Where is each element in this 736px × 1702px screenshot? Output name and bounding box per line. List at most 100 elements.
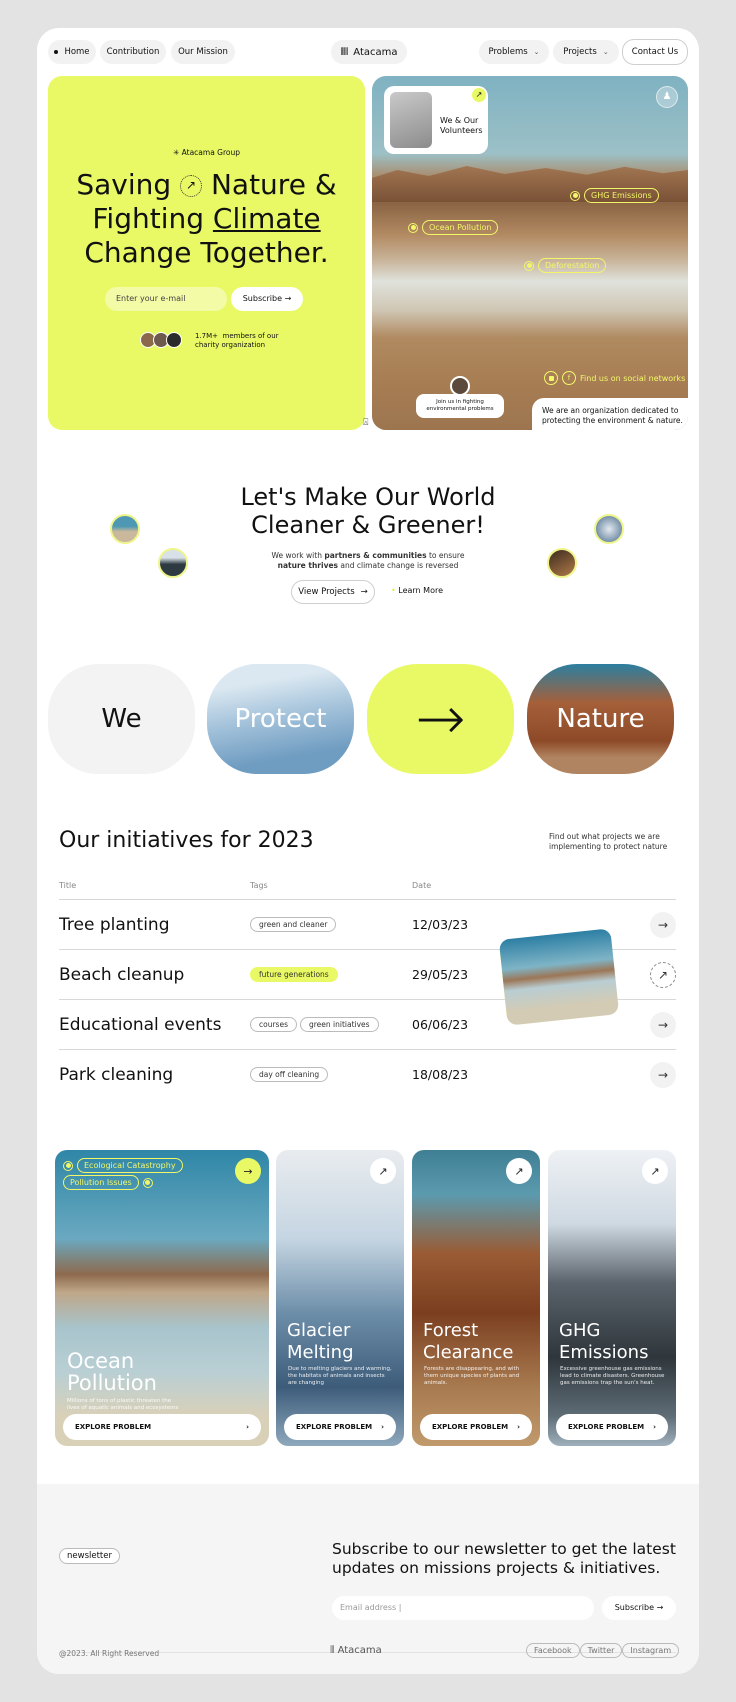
footer-social: Facebook Twitter Instagram [526, 1643, 680, 1658]
tag-ghg[interactable]: GHG Emissions [570, 188, 659, 203]
arrow-right-icon[interactable]: → [650, 911, 676, 938]
hero-title-line2: Fighting Climate [48, 202, 365, 236]
avatar [450, 376, 470, 396]
banner-we: We [48, 664, 195, 774]
category-tag[interactable]: Pollution Issues [63, 1175, 183, 1190]
tag-dot [408, 222, 418, 233]
title-line: Cleaner & Greener! [251, 511, 485, 539]
newsletter-email-input[interactable]: Email address | [332, 1596, 594, 1620]
title-word: Fighting [92, 202, 204, 235]
newsletter-subscribe-button[interactable]: Subscribe → [602, 1596, 676, 1620]
newsletter-badge: newsletter [59, 1548, 120, 1564]
row-title: Park cleaning [59, 1064, 174, 1085]
social-links: f Find us on social networks [544, 371, 685, 385]
about-line: protecting the environment & nature. [542, 415, 683, 425]
banner-protect: Protect [207, 664, 354, 774]
nav-problems[interactable]: Problems ⌄ [479, 40, 549, 64]
hero-panel: ✳ Atacama Group Saving ↗ Nature & Fighti… [48, 76, 365, 430]
tag-label: Pollution Issues [63, 1175, 139, 1190]
card-description: Due to melting glaciers and warming, the … [288, 1366, 392, 1387]
title-line: Let's Make Our World [240, 483, 496, 511]
desc-line: lives of aquatic animals and ecosystems [67, 1405, 179, 1411]
title-line: Forest [423, 1320, 479, 1341]
desc-line: are changing [288, 1380, 325, 1386]
button-label: EXPLORE PROBLEM [568, 1423, 645, 1431]
title-line: Glacier [287, 1320, 351, 1341]
arrow-up-right-icon[interactable]: ↗ [370, 1158, 396, 1184]
group-label: ✳ Atacama Group [48, 148, 365, 157]
tag: courses [250, 1017, 297, 1032]
button-label: View Projects [298, 587, 355, 597]
join-card[interactable]: Join us in fighting environmental problem… [416, 394, 504, 418]
explore-problem-button[interactable]: EXPLORE PROBLEM › [284, 1414, 396, 1440]
group-name: Atacama Group [181, 148, 241, 157]
initiatives-aside: Find out what projects we are implementin… [549, 832, 667, 851]
hero-image: We & Our Volunteers ↗ ♟ GHG Emissions Oce… [372, 76, 688, 430]
tag-deforestation[interactable]: Deforestation [524, 258, 607, 273]
explore-problem-button[interactable]: EXPLORE PROBLEM › [63, 1414, 261, 1440]
table-row[interactable]: Park cleaning day off cleaning 18/08/23 → [59, 1049, 676, 1099]
desc-line: Forests are disappearing, and with [424, 1366, 520, 1372]
nav-home[interactable]: Home [48, 40, 96, 64]
arrow-right-icon: → [415, 684, 466, 754]
col-date: Date [412, 881, 432, 890]
nav-contribution[interactable]: Contribution [100, 40, 166, 64]
problem-card[interactable]: Ecological Catastrophy Pollution Issues … [55, 1150, 269, 1446]
avatar [166, 332, 182, 348]
footer-instagram-link[interactable]: Instagram [622, 1643, 680, 1658]
chevron-right-icon: › [246, 1423, 249, 1431]
view-projects-button[interactable]: View Projects → [291, 580, 375, 604]
mission-title: Let's Make Our World Cleaner & Greener! [37, 483, 699, 539]
nav-our-mission[interactable]: Our Mission [171, 40, 235, 64]
arrow-right-icon[interactable]: → [235, 1158, 261, 1184]
contact-us-button[interactable]: Contact Us [622, 39, 688, 65]
banner-text: Nature [556, 704, 645, 734]
tag-ocean[interactable]: Ocean Pollution [408, 220, 499, 235]
button-label: EXPLORE PROBLEM [75, 1423, 152, 1431]
explore-problem-button[interactable]: EXPLORE PROBLEM › [556, 1414, 668, 1440]
banner-text: We [101, 704, 142, 734]
member-avatars [140, 332, 182, 348]
arrow-up-right-icon[interactable]: ↗ [506, 1158, 532, 1184]
copyright: @2023. All Right Reserved [59, 1649, 160, 1658]
problem-card[interactable]: ↗ Glacier Melting Due to melting glaciers… [276, 1150, 404, 1446]
button-label: EXPLORE PROBLEM [296, 1423, 373, 1431]
mouse-scroll-icon: ⍓ [363, 418, 369, 428]
arrow-up-right-icon[interactable]: ↗ [642, 1158, 668, 1184]
hero-title-line1: Saving ↗ Nature & [48, 168, 365, 202]
desc-line: Excessive greenhouse gas emissions [560, 1366, 662, 1372]
explore-problem-button[interactable]: EXPLORE PROBLEM › [420, 1414, 532, 1440]
nav-projects[interactable]: Projects ⌄ [553, 40, 619, 64]
footer-twitter-link[interactable]: Twitter [579, 1643, 623, 1658]
hero-title-line3: Change Together. [84, 236, 329, 269]
card-title: Ocean Pollution [67, 1350, 157, 1394]
instagram-icon[interactable] [544, 371, 558, 385]
col-tags: Tags [250, 881, 268, 890]
link-label: Learn More [398, 586, 443, 595]
card-title: Glacier Melting [287, 1320, 354, 1364]
hero-subscribe-button[interactable]: Subscribe → [231, 287, 303, 311]
arrow-up-right-icon[interactable]: ↗ [650, 961, 676, 988]
nav-label: Problems [488, 47, 528, 57]
hero-email-input[interactable]: Enter your e-mail [105, 287, 227, 311]
card-description: Excessive greenhouse gas emissions lead t… [560, 1366, 664, 1387]
banner-arrow[interactable]: → [367, 664, 514, 774]
problem-card[interactable]: ↗ Forest Clearance Forests are disappeari… [412, 1150, 540, 1446]
arrow-right-icon[interactable]: → [650, 1061, 676, 1088]
problem-card[interactable]: ↗ GHG Emissions Excessive greenhouse gas … [548, 1150, 676, 1446]
initiatives-title: Our initiatives for 2023 [59, 828, 314, 853]
row-title: Tree planting [59, 914, 170, 935]
nav-label: Our Mission [178, 47, 228, 57]
arrow-right-icon[interactable]: → [650, 1011, 676, 1038]
arrow-up-right-icon[interactable]: ↗ [472, 88, 486, 102]
col-title: Title [59, 881, 77, 890]
facebook-icon[interactable]: f [562, 371, 576, 385]
footer-logo[interactable]: ⦀ Atacama [330, 1645, 382, 1656]
tag-dot [570, 190, 580, 201]
brand-logo[interactable]: ⦀⦀ Atacama [331, 40, 407, 64]
desc-line: Millions of tons of plastic threaten the [67, 1398, 172, 1404]
footer-facebook-link[interactable]: Facebook [526, 1643, 580, 1658]
category-tag[interactable]: Ecological Catastrophy [63, 1158, 183, 1173]
donate-icon[interactable]: ♟ [656, 86, 678, 108]
learn-more-link[interactable]: • Learn More [391, 586, 443, 595]
